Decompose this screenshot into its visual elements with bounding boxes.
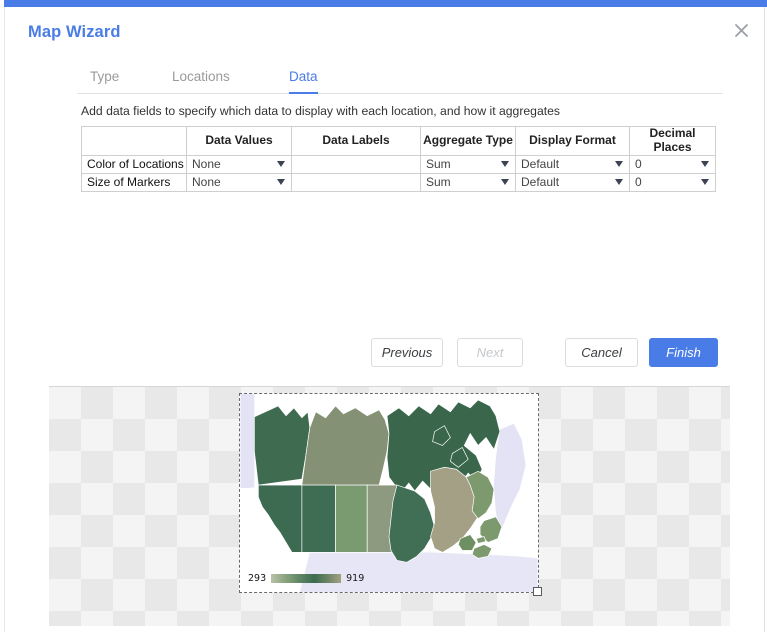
panel-description: Add data fields to specify which data to… [81, 104, 560, 118]
map-resize-handle[interactable] [533, 587, 542, 596]
canada-choropleth-map [240, 394, 538, 592]
aggregate-type-select-row0[interactable]: Sum [421, 156, 515, 173]
legend-max-value: 919 [346, 573, 365, 584]
table-row: Color of Locations None Sum Default 0 [81, 154, 716, 174]
chevron-down-icon [277, 179, 285, 186]
column-header-rowlabel [81, 126, 187, 156]
cell-display-format[interactable]: Default [515, 154, 630, 174]
display-format-value-row1: Default [521, 175, 560, 190]
cell-decimal-places[interactable]: 0 [629, 172, 716, 192]
decimal-places-select-row1[interactable]: 0 [630, 174, 715, 191]
column-header-decimal-places: Decimal Places [629, 126, 716, 156]
data-values-select-row1[interactable]: None [187, 174, 291, 191]
region-alberta [301, 484, 336, 553]
column-header-display-format: Display Format [515, 126, 630, 156]
cell-aggregate-type[interactable]: Sum [420, 172, 516, 192]
region-northwest-territories [301, 405, 390, 486]
data-values-select-row0[interactable]: None [187, 156, 291, 173]
data-fields-table: Data Values Data Labels Aggregate Type D… [81, 126, 716, 192]
table-row: Size of Markers None Sum Default 0 [81, 172, 716, 192]
chevron-down-icon [615, 179, 623, 186]
tab-type[interactable]: Type [90, 69, 119, 93]
finish-button[interactable]: Finish [649, 338, 718, 367]
cell-data-values[interactable]: None [186, 154, 292, 174]
chevron-down-icon [277, 161, 285, 168]
data-labels-value-row1 [292, 174, 420, 191]
chevron-down-icon [701, 179, 709, 186]
data-values-value-row0: None [192, 157, 221, 172]
decimal-places-value-row1: 0 [635, 175, 642, 190]
map-preview-pane: 293 919 [49, 386, 730, 626]
cell-data-values[interactable]: None [186, 172, 292, 192]
display-format-value-row0: Default [521, 157, 560, 172]
aggregate-type-value-row1: Sum [426, 175, 451, 190]
chevron-down-icon [615, 161, 623, 168]
page-title: Map Wizard [28, 23, 121, 41]
chevron-down-icon [501, 161, 509, 168]
region-yukon [254, 405, 311, 486]
chevron-down-icon [501, 179, 509, 186]
wizard-tabs: Type Locations Data [77, 62, 723, 94]
region-saskatchewan [335, 484, 368, 553]
data-labels-value-row0 [292, 156, 420, 173]
map-wizard-dialog: Map Wizard Type Locations Data Add data … [4, 7, 765, 632]
map-legend: 293 919 [248, 573, 364, 584]
legend-color-ramp [271, 574, 342, 583]
cell-data-labels[interactable] [291, 172, 421, 192]
decimal-places-select-row0[interactable]: 0 [630, 156, 715, 173]
row-label-size-of-markers: Size of Markers [81, 172, 187, 192]
aggregate-type-select-row1[interactable]: Sum [421, 174, 515, 191]
cell-display-format[interactable]: Default [515, 172, 630, 192]
display-format-select-row1[interactable]: Default [516, 174, 629, 191]
legend-min-value: 293 [248, 573, 267, 584]
table-header-row: Data Values Data Labels Aggregate Type D… [81, 126, 716, 156]
window-accent-bar [4, 0, 767, 7]
tab-data[interactable]: Data [289, 69, 318, 94]
next-button: Next [457, 338, 523, 367]
cancel-button[interactable]: Cancel [565, 338, 638, 367]
wizard-button-row: Previous Next Cancel Finish [5, 338, 766, 368]
cell-data-labels[interactable] [291, 154, 421, 174]
display-format-select-row0[interactable]: Default [516, 156, 629, 173]
cell-decimal-places[interactable]: 0 [629, 154, 716, 174]
cell-aggregate-type[interactable]: Sum [420, 154, 516, 174]
column-header-data-labels: Data Labels [291, 126, 421, 156]
decimal-places-value-row0: 0 [635, 157, 642, 172]
chevron-down-icon [701, 161, 709, 168]
aggregate-type-value-row0: Sum [426, 157, 451, 172]
previous-button[interactable]: Previous [371, 338, 443, 367]
column-header-data-values: Data Values [186, 126, 292, 156]
map-selection-frame[interactable]: 293 919 [239, 393, 542, 596]
row-label-color-of-locations: Color of Locations [81, 154, 187, 174]
data-values-value-row1: None [192, 175, 221, 190]
close-icon[interactable] [729, 18, 753, 42]
tab-locations[interactable]: Locations [172, 69, 230, 93]
column-header-aggregate-type: Aggregate Type [420, 126, 516, 156]
